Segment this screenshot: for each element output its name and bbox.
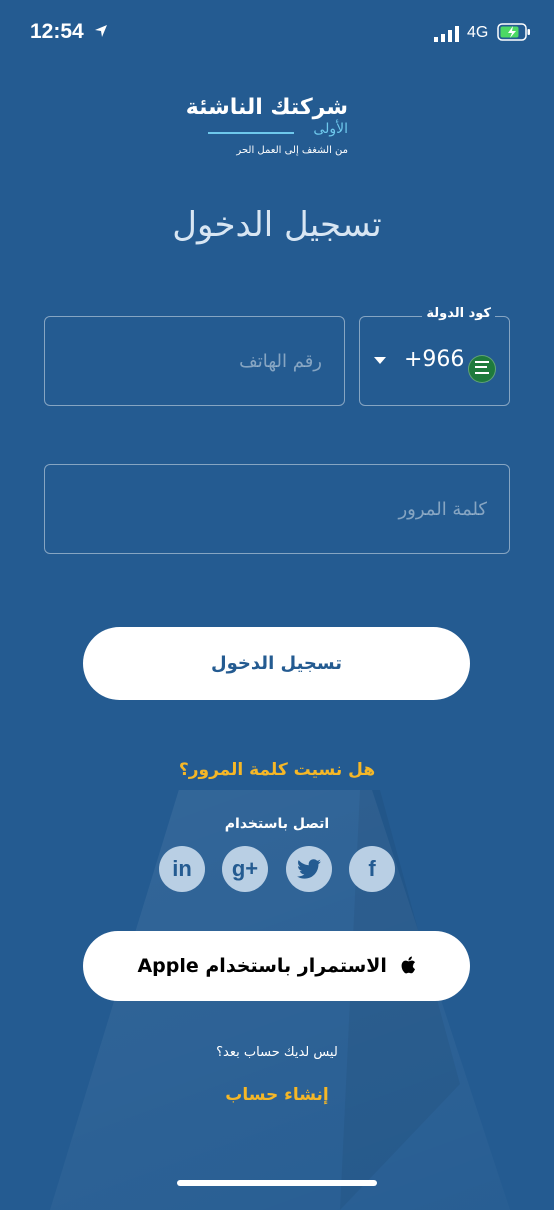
signal-icon xyxy=(434,26,459,42)
twitter-icon xyxy=(297,859,321,879)
login-button[interactable]: تسجيل الدخول xyxy=(83,627,470,700)
create-account-link[interactable]: إنشاء حساب xyxy=(0,1085,554,1105)
status-time: 12:54 xyxy=(30,20,84,43)
logo-underline xyxy=(208,132,294,134)
chevron-down-icon xyxy=(374,357,386,364)
battery-charging-icon xyxy=(497,23,530,41)
page-title: تسجيل الدخول xyxy=(172,205,382,245)
apple-button-label: الاستمرار باستخدام Apple xyxy=(137,955,387,977)
google-plus-icon: g+ xyxy=(231,856,259,881)
linkedin-icon: in xyxy=(172,856,192,881)
logo-main-text: شركتك الناشئة xyxy=(185,95,348,120)
country-code-select[interactable]: كود الدولة +966 xyxy=(359,306,510,406)
network-type: 4G xyxy=(467,24,489,41)
country-code-value: +966 xyxy=(404,347,465,372)
password-input[interactable] xyxy=(45,465,509,553)
google-plus-button[interactable]: g+ xyxy=(222,846,268,892)
apple-icon xyxy=(401,956,415,974)
saudi-flag-icon xyxy=(468,355,496,383)
no-account-text: ليس لديك حساب بعد؟ xyxy=(216,1045,338,1060)
location-arrow-icon xyxy=(95,25,107,37)
password-field[interactable] xyxy=(44,464,510,554)
country-code-label: كود الدولة xyxy=(422,306,495,321)
home-indicator xyxy=(177,1180,377,1186)
connect-with-label: اتصل باستخدام xyxy=(224,816,330,832)
facebook-button[interactable]: f xyxy=(349,846,395,892)
logo-sub-text: الأولى xyxy=(313,121,348,137)
facebook-icon: f xyxy=(368,856,376,881)
status-bar: 12:54 4G xyxy=(0,0,554,70)
logo: شركتك الناشئة الأولى من الشغف إلى العمل … xyxy=(180,95,350,165)
twitter-button[interactable] xyxy=(286,846,332,892)
forgot-password-link[interactable]: هل نسيت كلمة المرور؟ xyxy=(0,760,554,780)
continue-with-apple-button[interactable]: الاستمرار باستخدام Apple xyxy=(83,931,470,1001)
linkedin-button[interactable]: in xyxy=(159,846,205,892)
logo-tagline: من الشغف إلى العمل الحر xyxy=(236,145,348,156)
phone-field[interactable] xyxy=(44,316,345,406)
phone-input[interactable] xyxy=(45,317,344,405)
